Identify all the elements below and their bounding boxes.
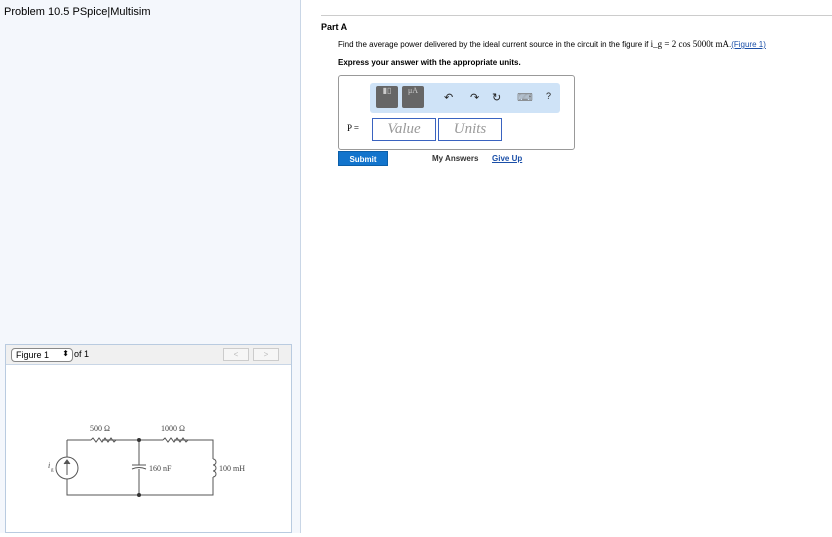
figure-header: Figure 1 ⬍ of 1 < > (6, 345, 291, 365)
inductor-label: 100 mH (219, 464, 245, 473)
instructions: Express your answer with the appropriate… (338, 58, 521, 67)
question-text: Find the average power delivered by the … (338, 39, 766, 49)
reset-icon[interactable]: ↻ (492, 91, 501, 104)
source-label: i (48, 461, 50, 470)
submit-button[interactable]: Submit (338, 151, 388, 166)
figure-count: of 1 (74, 349, 90, 359)
capacitor-label: 160 nF (149, 464, 172, 473)
variable-label: P = (347, 123, 359, 133)
source-subscript: g (51, 468, 54, 473)
select-arrows-icon: ⬍ (62, 349, 69, 358)
keyboard-icon[interactable]: ⌨ (517, 91, 533, 104)
answer-box: ▮▯ μA ↶ ↷ ↻ ⌨ ? P = Value Units (338, 75, 575, 150)
prev-figure-button[interactable]: < (223, 348, 249, 361)
question-math: i_g = 2 cos 5000t mA (650, 39, 729, 49)
figure-select[interactable]: Figure 1 ⬍ (11, 348, 73, 362)
math-toolbar: ▮▯ μA ↶ ↷ ↻ ⌨ ? (370, 83, 560, 113)
help-icon[interactable]: ? (546, 91, 551, 101)
figure-panel: Figure 1 ⬍ of 1 < > 500 Ω 1000 Ω 160 nF 1… (5, 344, 292, 533)
undo-icon[interactable]: ↶ (444, 91, 453, 104)
left-panel: Problem 10.5 PSpice|Multisim Figure 1 ⬍ o… (0, 0, 301, 533)
next-figure-button[interactable]: > (253, 348, 279, 361)
units-input[interactable]: Units (438, 118, 502, 141)
redo-icon[interactable]: ↷ (470, 91, 479, 104)
divider (321, 15, 832, 16)
figure-select-value: Figure 1 (16, 350, 50, 360)
question-panel: Part A Find the average power delivered … (301, 0, 832, 533)
part-label: Part A (321, 22, 348, 32)
give-up-link[interactable]: Give Up (492, 154, 522, 163)
question-body: Find the average power delivered by the … (338, 40, 651, 49)
templates-button[interactable]: ▮▯ (376, 86, 398, 108)
problem-title: Problem 10.5 PSpice|Multisim (4, 6, 151, 18)
capacitor (131, 440, 147, 495)
figure-link[interactable]: (Figure 1) (731, 40, 766, 49)
units-button[interactable]: μA (402, 86, 424, 108)
my-answers-label: My Answers (432, 154, 479, 163)
resistor-500 (90, 437, 117, 443)
circuit-diagram: 500 Ω 1000 Ω 160 nF 100 mH i g (48, 424, 245, 497)
r1-label: 500 Ω (90, 424, 110, 433)
value-input[interactable]: Value (372, 118, 436, 141)
resistor-1000 (162, 437, 189, 443)
r2-label: 1000 Ω (161, 424, 185, 433)
inductor (212, 458, 217, 478)
